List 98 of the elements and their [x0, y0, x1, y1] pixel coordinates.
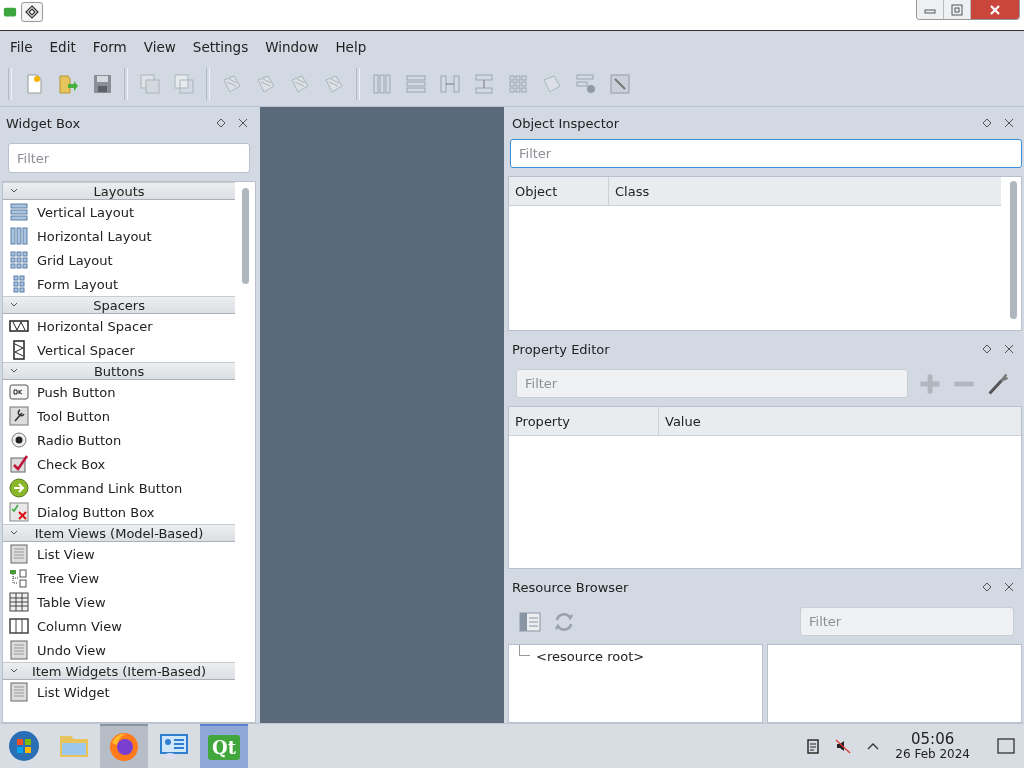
close-icon[interactable]: [1004, 582, 1014, 592]
column-header[interactable]: Value: [659, 407, 1021, 435]
column-header[interactable]: Object: [509, 177, 609, 205]
app-icon: [3, 5, 17, 19]
widget-item[interactable]: Table View: [3, 590, 236, 614]
panel-title: Property Editor: [512, 341, 610, 357]
minimize-button[interactable]: [917, 0, 944, 19]
restore-icon: [951, 3, 963, 16]
columns-icon: [9, 226, 29, 246]
wrench-icon: [9, 406, 29, 426]
panel-title: Resource Browser: [512, 579, 629, 595]
close-icon: [989, 3, 1001, 16]
qt-logo: Qt: [208, 734, 240, 760]
column-header[interactable]: Class: [609, 177, 1001, 205]
panel-title: Widget Box: [6, 115, 81, 131]
list-icon: [9, 640, 29, 660]
diamond-icon: [24, 4, 40, 20]
menu-item[interactable]: Window: [259, 38, 325, 55]
grid-icon: [9, 250, 29, 270]
browser-icon: [108, 731, 140, 763]
wrench-icon[interactable]: [986, 371, 1010, 396]
widget-item[interactable]: Command Link Button: [3, 476, 236, 500]
copy-icon[interactable]: [138, 72, 162, 96]
list-icon: [9, 682, 29, 702]
menu-item[interactable]: Form: [86, 38, 133, 55]
widget-item[interactable]: Vertical Spacer: [3, 338, 236, 362]
scrollbar-thumb[interactable]: [1010, 181, 1017, 319]
form-settings-icon[interactable]: [574, 72, 598, 96]
widget-item[interactable]: List View: [3, 542, 236, 566]
columns-icon[interactable]: [370, 72, 394, 96]
menu-item[interactable]: Help: [329, 38, 373, 55]
widget-item[interactable]: List Widget: [3, 680, 236, 704]
widget-item[interactable]: Grid Layout: [3, 248, 236, 272]
close-icon[interactable]: [1004, 118, 1014, 128]
start-orb-icon: [8, 730, 40, 762]
close-icon[interactable]: [1004, 344, 1014, 354]
widget-item[interactable]: Horizontal Layout: [3, 224, 236, 248]
widget-item[interactable]: Tool Button: [3, 404, 236, 428]
clipboard-icon[interactable]: [805, 738, 822, 754]
rows-icon: [9, 202, 29, 222]
vertical-splitter-icon[interactable]: [472, 72, 496, 96]
push-button-icon: [9, 382, 29, 402]
filter-field[interactable]: Filter: [516, 369, 908, 398]
scrollbar-thumb[interactable]: [241, 188, 249, 284]
panel-title: Object Inspector: [512, 115, 620, 131]
check-cross-icon: [9, 502, 29, 522]
float-icon[interactable]: [982, 582, 992, 592]
filter-field[interactable]: Filter: [510, 139, 1022, 168]
widget-item[interactable]: Horizontal Spacer: [3, 314, 236, 338]
open-folder-icon[interactable]: [56, 72, 80, 96]
category-header[interactable]: Spacers: [3, 296, 236, 314]
tree-line: [519, 645, 530, 656]
widget-item[interactable]: Push Button: [3, 380, 236, 404]
menu-item[interactable]: Settings: [186, 38, 255, 55]
category-header[interactable]: Item Views (Model-Based): [3, 524, 236, 542]
float-icon[interactable]: [982, 118, 992, 128]
column-header[interactable]: Property: [509, 407, 659, 435]
widget-item[interactable]: Tree View: [3, 566, 236, 590]
menu-item[interactable]: View: [137, 38, 182, 55]
taskbar-button[interactable]: [100, 724, 148, 768]
menu-item[interactable]: File: [4, 38, 39, 55]
edit-resources-icon[interactable]: [518, 609, 542, 634]
arrow-circle-icon: [9, 478, 29, 498]
rows-icon[interactable]: [404, 72, 428, 96]
pin-button[interactable]: [21, 2, 43, 22]
widget-item[interactable]: Dialog Button Box: [3, 500, 236, 524]
category-header[interactable]: Layouts: [3, 182, 236, 200]
close-button[interactable]: [971, 0, 1019, 19]
float-icon[interactable]: [982, 344, 992, 354]
float-icon[interactable]: [216, 118, 226, 128]
tree-icon: [9, 568, 29, 588]
category-header[interactable]: Item Widgets (Item-Based): [3, 662, 236, 680]
checkbox-icon: [9, 454, 29, 474]
close-icon[interactable]: [238, 118, 248, 128]
column-view-icon: [9, 616, 29, 636]
widget-item[interactable]: Vertical Layout: [3, 200, 236, 224]
filter-field[interactable]: Filter: [8, 143, 250, 173]
widget-item[interactable]: Undo View: [3, 638, 236, 662]
resize-icon[interactable]: [608, 72, 632, 96]
menu-item[interactable]: Edit: [43, 38, 82, 55]
plus-icon[interactable]: [918, 371, 942, 396]
filter-field[interactable]: Filter: [800, 607, 1014, 636]
widget-item[interactable]: Form Layout: [3, 272, 236, 296]
widget-item[interactable]: Radio Button: [3, 428, 236, 452]
category-header[interactable]: Buttons: [3, 362, 236, 380]
tree-item[interactable]: <resource root>: [536, 645, 645, 664]
list-icon: [9, 544, 29, 564]
muted-speaker-icon[interactable]: [835, 738, 852, 754]
clock[interactable]: 05:06 26 Feb 2024: [895, 731, 970, 761]
widget-item[interactable]: Check Box: [3, 452, 236, 476]
copy-icon[interactable]: [172, 72, 196, 96]
radio-icon: [9, 430, 29, 450]
table-icon: [9, 592, 29, 612]
horizontal-splitter-icon[interactable]: [438, 72, 462, 96]
widget-item[interactable]: Column View: [3, 614, 236, 638]
grid-icon[interactable]: [506, 72, 530, 96]
show-desktop-icon[interactable]: [996, 736, 1016, 756]
restore-button[interactable]: [944, 0, 971, 19]
